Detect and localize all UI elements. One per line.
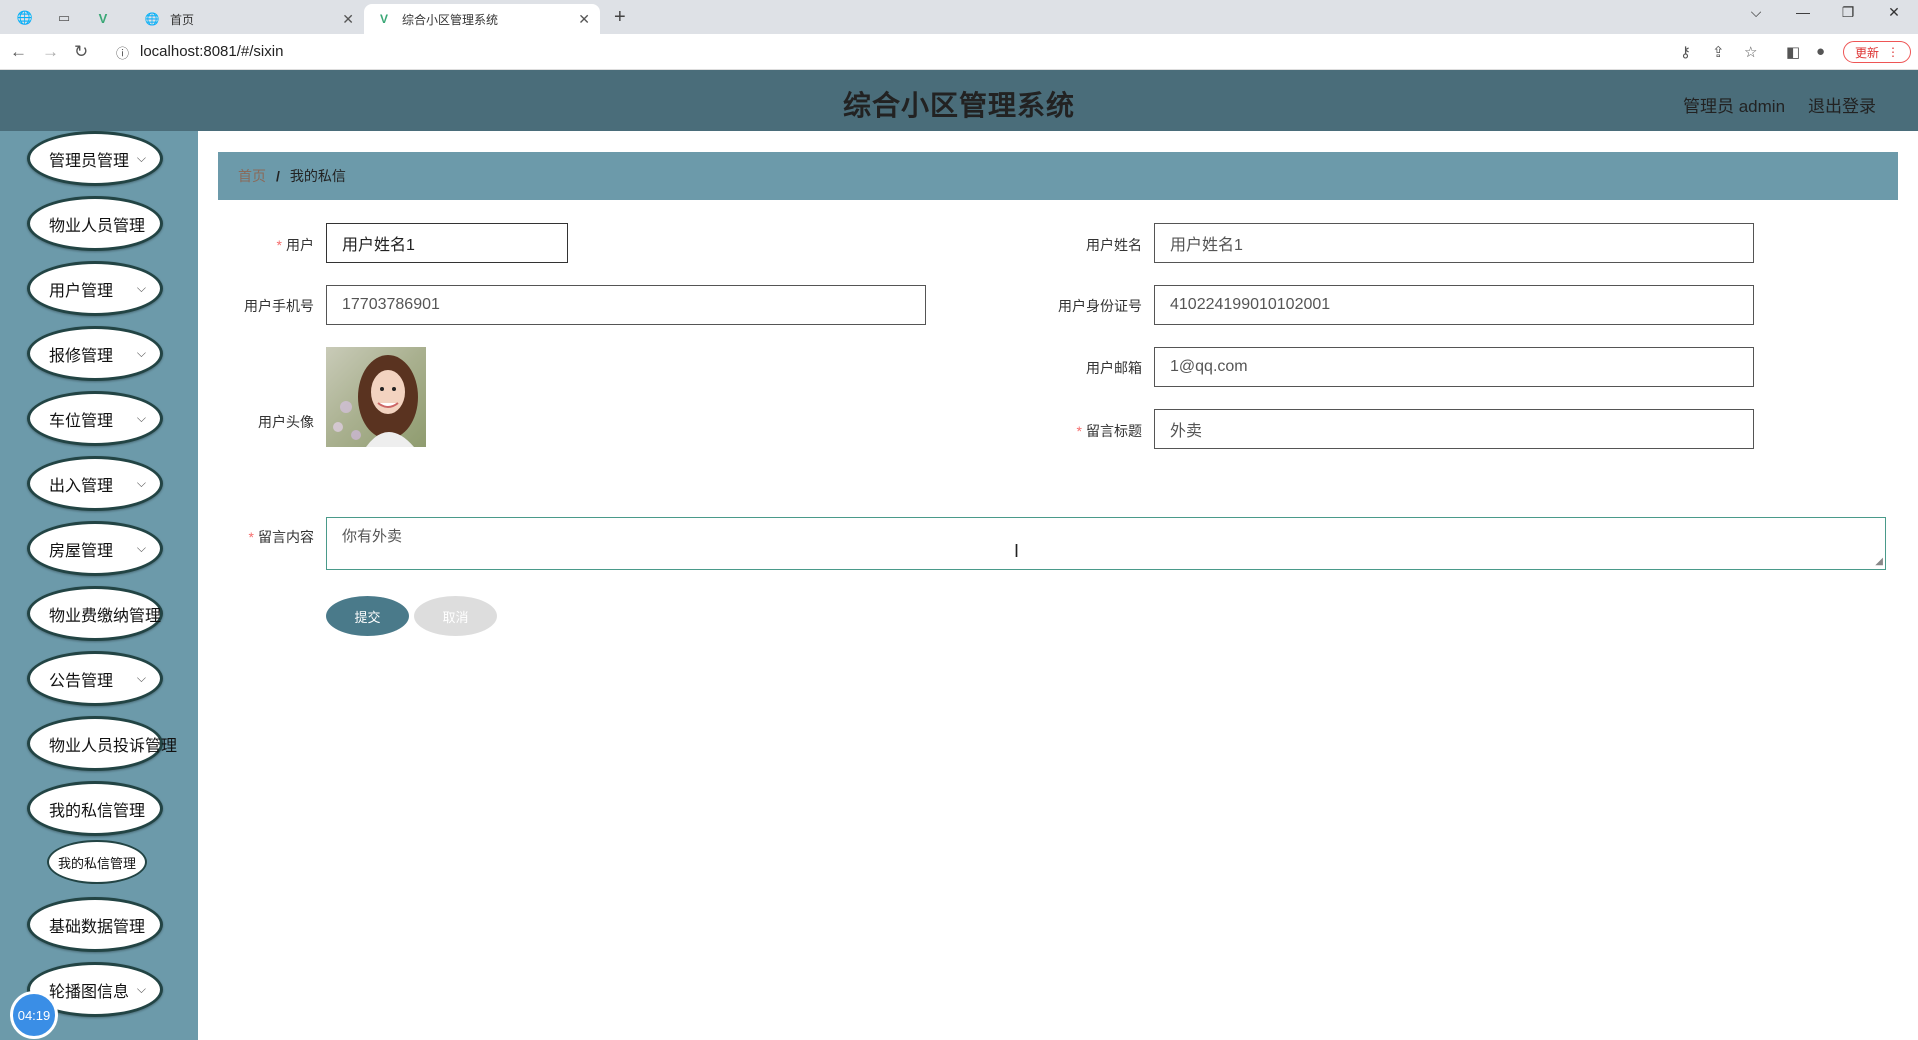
sidebar-item-label: 物业费缴纳管理 <box>49 607 162 625</box>
restore-icon[interactable]: ❐ <box>1828 4 1868 21</box>
chevron-down-icon: ⌵ <box>136 281 146 295</box>
submit-button[interactable]: 提交 <box>326 596 409 636</box>
sidebar-item-label: 车位管理 <box>49 412 114 430</box>
timer-badge[interactable]: 04:19 <box>10 991 58 1039</box>
user-label: * 用户 <box>276 237 314 253</box>
content-text: 你有外卖 <box>342 528 403 545</box>
vue-icon: V <box>379 12 388 26</box>
profile-icon[interactable]: ● <box>1816 43 1825 60</box>
pinned-tab-globe-icon[interactable]: 🌐 <box>14 7 36 29</box>
update-button[interactable]: 更新 ⋮ <box>1843 41 1911 63</box>
sidebar-item-basedata[interactable]: 基础数据管理 <box>27 897 163 952</box>
close-tab-icon[interactable]: ✕ <box>578 11 590 28</box>
pinned-tab-blank-icon[interactable]: ▭ <box>53 7 75 29</box>
sidebar-item-access[interactable]: 出入管理 ⌵ <box>27 456 163 511</box>
name-field[interactable]: 用户姓名1 <box>1154 223 1754 263</box>
breadcrumb-current: 我的私信 <box>289 168 346 184</box>
update-label: 更新 <box>1854 45 1879 60</box>
chevron-down-icon: ⌵ <box>136 346 146 360</box>
sidebar-item-label: 我的私信管理 <box>49 802 146 820</box>
browser-tab-bar: 🌐 ▭ V 🌐 首页 ✕ V 综合小区管理系统 ✕ + ⌵ — ❐ ✕ <box>0 0 1918 34</box>
sidebar: 管理员管理 ⌵ 物业人员管理 用户管理 ⌵ 报修管理 ⌵ 车位管理 ⌵ 出入管理 ⌵ 房屋… <box>0 131 198 1040</box>
app-header: 综合小区管理系统 管理员 admin 退出登录 <box>0 70 1918 131</box>
chevron-down-icon: ⌵ <box>136 151 146 165</box>
tab-home[interactable]: 🌐 首页 ✕ <box>132 4 364 34</box>
sidebar-item-notices[interactable]: 公告管理 ⌵ <box>27 651 163 706</box>
tab-home-title: 首页 <box>170 12 195 27</box>
chevron-down-icon: ⌵ <box>136 982 146 996</box>
info-icon[interactable]: ⓘ <box>116 43 129 62</box>
resize-handle-icon[interactable]: ◢ <box>1875 556 1883 567</box>
breadcrumb: 首页 / 我的私信 <box>218 152 1898 200</box>
name-label: 用户姓名 <box>1086 237 1142 253</box>
sidebar-item-messages[interactable]: 我的私信管理 <box>27 781 163 836</box>
share-icon[interactable]: ⇪ <box>1712 43 1725 61</box>
app-title: 综合小区管理系统 <box>842 90 1075 121</box>
sidebar-item-users[interactable]: 用户管理 ⌵ <box>27 261 163 316</box>
sidepanel-icon[interactable]: ◧ <box>1786 43 1800 61</box>
url-text[interactable]: localhost:8081/#/sixin <box>140 43 283 60</box>
avatar-label: 用户头像 <box>258 414 314 430</box>
chevron-down-icon: ⌵ <box>136 671 146 685</box>
sidebar-item-label: 用户管理 <box>49 282 114 300</box>
text-cursor-icon: I <box>1014 541 1020 561</box>
sidebar-item-fees[interactable]: 物业费缴纳管理 <box>27 586 163 641</box>
sidebar-item-complaints[interactable]: 物业人员投诉管理 <box>27 716 177 771</box>
title-field[interactable]: 外卖 <box>1154 409 1754 449</box>
star-icon[interactable]: ☆ <box>1744 43 1757 61</box>
tab-active[interactable]: V 综合小区管理系统 ✕ <box>364 4 600 34</box>
pinned-tab-vue-icon[interactable]: V <box>92 7 114 29</box>
sidebar-item-label: 房屋管理 <box>49 542 114 560</box>
back-icon[interactable]: ← <box>10 42 27 62</box>
tab-active-title: 综合小区管理系统 <box>402 12 499 27</box>
breadcrumb-separator: / <box>276 168 280 184</box>
chevron-down-icon[interactable]: ⌵ <box>1736 4 1776 21</box>
close-window-icon[interactable]: ✕ <box>1874 4 1914 21</box>
email-label: 用户邮箱 <box>1086 360 1142 376</box>
forward-icon[interactable]: → <box>42 42 59 62</box>
minimize-icon[interactable]: — <box>1783 4 1823 20</box>
sidebar-item-repair[interactable]: 报修管理 ⌵ <box>27 326 163 381</box>
sidebar-item-label: 轮播图信息 <box>49 983 130 1001</box>
sidebar-subitem-messages[interactable]: 我的私信管理 <box>47 840 147 884</box>
close-tab-icon[interactable]: ✕ <box>342 11 354 28</box>
sidebar-item-staff[interactable]: 物业人员管理 <box>27 196 163 251</box>
sidebar-item-label: 出入管理 <box>49 477 114 495</box>
user-select[interactable]: 用户姓名1 <box>326 223 568 263</box>
title-label: * 留言标题 <box>1076 423 1142 439</box>
sidebar-item-housing[interactable]: 房屋管理 ⌵ <box>27 521 163 576</box>
idcard-field[interactable]: 410224199010102001 <box>1154 285 1754 325</box>
admin-label: 管理员 admin <box>1683 97 1786 116</box>
breadcrumb-home[interactable]: 首页 <box>238 166 266 186</box>
content-textarea[interactable]: 你有外卖 ◢ <box>326 517 1886 570</box>
phone-field[interactable]: 17703786901 <box>326 285 926 325</box>
new-tab-icon[interactable]: + <box>614 6 626 29</box>
sidebar-subitem-label: 我的私信管理 <box>57 855 136 871</box>
phone-label: 用户手机号 <box>244 298 314 314</box>
sidebar-item-label: 公告管理 <box>49 672 114 690</box>
idcard-label: 用户身份证号 <box>1058 298 1142 314</box>
chevron-down-icon: ⌵ <box>136 411 146 425</box>
chevron-down-icon: ⌵ <box>136 541 146 555</box>
logout-link[interactable]: 退出登录 <box>1808 92 1876 117</box>
content-label: * 留言内容 <box>248 529 314 545</box>
cancel-button[interactable]: 取消 <box>414 596 497 636</box>
sidebar-item-label: 基础数据管理 <box>49 918 146 936</box>
reload-icon[interactable]: ↻ <box>74 42 88 62</box>
sidebar-item-label: 物业人员管理 <box>49 217 146 235</box>
sidebar-item-label: 物业人员投诉管理 <box>49 737 178 755</box>
address-bar: ← → ↻ ⓘ localhost:8081/#/sixin ⚷ ⇪ ☆ ◧ ● <box>0 34 1918 70</box>
chevron-down-icon: ⌵ <box>136 476 146 490</box>
sidebar-item-label: 管理员管理 <box>49 152 130 170</box>
sidebar-item-label: 报修管理 <box>49 347 114 365</box>
user-avatar <box>326 347 426 447</box>
sidebar-item-admin[interactable]: 管理员管理 ⌵ <box>27 131 163 186</box>
sidebar-item-parking[interactable]: 车位管理 ⌵ <box>27 391 163 446</box>
more-icon: ⋮ <box>1887 45 1899 59</box>
globe-icon: 🌐 <box>144 12 160 26</box>
key-icon[interactable]: ⚷ <box>1680 43 1691 61</box>
email-field[interactable]: 1@qq.com <box>1154 347 1754 387</box>
